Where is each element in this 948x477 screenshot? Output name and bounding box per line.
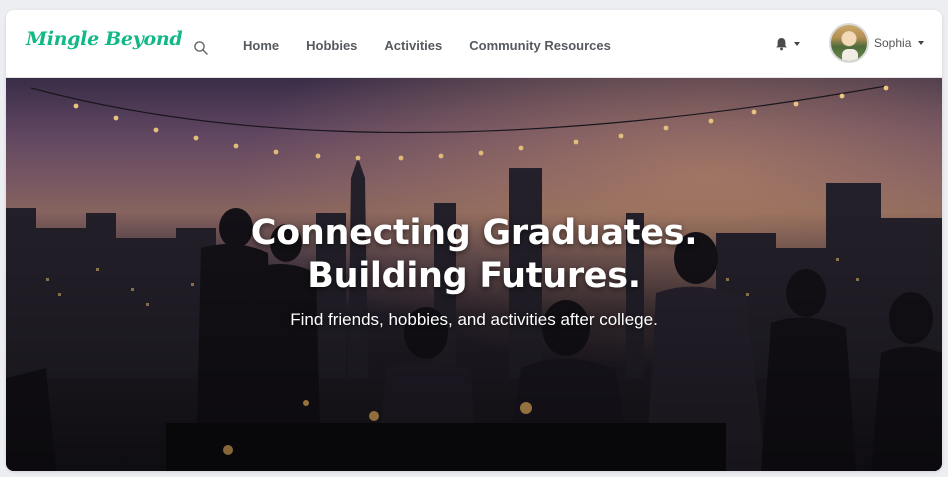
avatar[interactable]	[829, 23, 869, 63]
user-name: Sophia	[874, 36, 912, 50]
chevron-down-icon	[794, 42, 800, 46]
main-nav: Home Hobbies Activities Community Resour…	[243, 38, 611, 53]
hero-content: Connecting Graduates. Building Futures. …	[6, 212, 942, 330]
hero-title: Connecting Graduates. Building Futures.	[6, 212, 942, 298]
nav-community-resources[interactable]: Community Resources	[469, 38, 611, 53]
hero-title-line-2: Building Futures.	[307, 256, 641, 296]
app-window: Mingle Beyond Home Hobbies Activities Co…	[6, 10, 942, 471]
hero-title-line-1: Connecting Graduates.	[250, 213, 698, 253]
nav-activities[interactable]: Activities	[384, 38, 442, 53]
nav-hobbies[interactable]: Hobbies	[306, 38, 357, 53]
notifications-dropdown[interactable]	[775, 37, 800, 51]
chevron-down-icon	[918, 41, 925, 45]
user-menu[interactable]: Sophia	[829, 23, 925, 63]
bell-icon	[775, 37, 788, 51]
hero-banner: Connecting Graduates. Building Futures. …	[6, 78, 942, 471]
brand-logo[interactable]: Mingle Beyond	[26, 28, 183, 50]
nav-home[interactable]: Home	[243, 38, 279, 53]
search-icon[interactable]	[193, 40, 209, 56]
hero-subtitle: Find friends, hobbies, and activities af…	[290, 310, 658, 329]
navbar: Mingle Beyond Home Hobbies Activities Co…	[6, 10, 942, 78]
